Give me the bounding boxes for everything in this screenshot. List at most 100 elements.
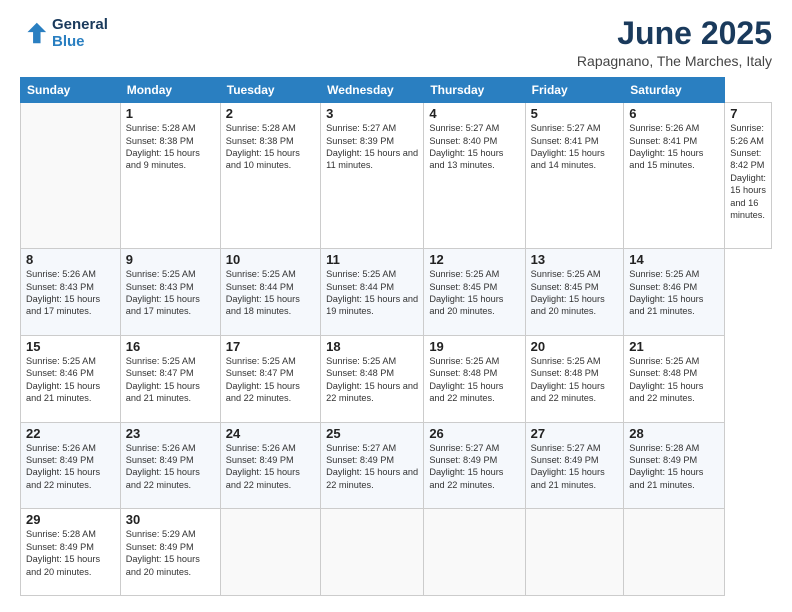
calendar-cell: 28 Sunrise: 5:28 AM Sunset: 8:49 PM Dayl… (624, 422, 725, 509)
calendar-cell: 20 Sunrise: 5:25 AM Sunset: 8:48 PM Dayl… (525, 335, 624, 422)
day-info: Sunrise: 5:27 AM Sunset: 8:39 PM Dayligh… (326, 122, 418, 172)
calendar-cell (321, 509, 424, 596)
day-number: 20 (531, 339, 619, 354)
calendar-cell: 11 Sunrise: 5:25 AM Sunset: 8:44 PM Dayl… (321, 249, 424, 336)
day-number: 28 (629, 426, 719, 441)
logo-text: General Blue (52, 16, 108, 50)
day-info: Sunrise: 5:26 AM Sunset: 8:41 PM Dayligh… (629, 122, 719, 172)
logo: General Blue (20, 16, 108, 50)
day-number: 30 (126, 512, 215, 527)
day-number: 23 (126, 426, 215, 441)
calendar-cell: 21 Sunrise: 5:25 AM Sunset: 8:48 PM Dayl… (624, 335, 725, 422)
day-info: Sunrise: 5:26 AM Sunset: 8:43 PM Dayligh… (26, 268, 115, 318)
day-number: 4 (429, 106, 519, 121)
calendar-week-3: 15 Sunrise: 5:25 AM Sunset: 8:46 PM Dayl… (21, 335, 772, 422)
calendar-cell: 1 Sunrise: 5:28 AM Sunset: 8:38 PM Dayli… (120, 103, 220, 249)
day-number: 26 (429, 426, 519, 441)
day-number: 9 (126, 252, 215, 267)
calendar-cell: 22 Sunrise: 5:26 AM Sunset: 8:49 PM Dayl… (21, 422, 121, 509)
day-number: 29 (26, 512, 115, 527)
calendar-cell: 30 Sunrise: 5:29 AM Sunset: 8:49 PM Dayl… (120, 509, 220, 596)
col-header-monday: Monday (120, 78, 220, 103)
day-number: 6 (629, 106, 719, 121)
col-header-saturday: Saturday (624, 78, 725, 103)
day-info: Sunrise: 5:29 AM Sunset: 8:49 PM Dayligh… (126, 528, 215, 578)
day-number: 11 (326, 252, 418, 267)
calendar-cell: 10 Sunrise: 5:25 AM Sunset: 8:44 PM Dayl… (220, 249, 320, 336)
day-number: 12 (429, 252, 519, 267)
col-header-wednesday: Wednesday (321, 78, 424, 103)
day-info: Sunrise: 5:25 AM Sunset: 8:43 PM Dayligh… (126, 268, 215, 318)
calendar-cell (21, 103, 121, 249)
day-number: 22 (26, 426, 115, 441)
day-number: 24 (226, 426, 315, 441)
main-title: June 2025 (577, 16, 772, 51)
calendar-cell: 2 Sunrise: 5:28 AM Sunset: 8:38 PM Dayli… (220, 103, 320, 249)
day-info: Sunrise: 5:27 AM Sunset: 8:41 PM Dayligh… (531, 122, 619, 172)
calendar-header-row: SundayMondayTuesdayWednesdayThursdayFrid… (21, 78, 772, 103)
day-number: 8 (26, 252, 115, 267)
day-number: 1 (126, 106, 215, 121)
day-number: 5 (531, 106, 619, 121)
day-info: Sunrise: 5:25 AM Sunset: 8:47 PM Dayligh… (126, 355, 215, 405)
day-info: Sunrise: 5:28 AM Sunset: 8:49 PM Dayligh… (629, 442, 719, 492)
calendar-cell: 17 Sunrise: 5:25 AM Sunset: 8:47 PM Dayl… (220, 335, 320, 422)
calendar-cell: 16 Sunrise: 5:25 AM Sunset: 8:47 PM Dayl… (120, 335, 220, 422)
day-number: 7 (730, 106, 766, 121)
day-info: Sunrise: 5:28 AM Sunset: 8:38 PM Dayligh… (126, 122, 215, 172)
calendar-cell: 6 Sunrise: 5:26 AM Sunset: 8:41 PM Dayli… (624, 103, 725, 249)
calendar-week-4: 22 Sunrise: 5:26 AM Sunset: 8:49 PM Dayl… (21, 422, 772, 509)
day-number: 25 (326, 426, 418, 441)
header: General Blue June 2025 Rapagnano, The Ma… (20, 16, 772, 69)
title-block: June 2025 Rapagnano, The Marches, Italy (577, 16, 772, 69)
calendar-cell: 7 Sunrise: 5:26 AM Sunset: 8:42 PM Dayli… (725, 103, 772, 249)
day-info: Sunrise: 5:28 AM Sunset: 8:49 PM Dayligh… (26, 528, 115, 578)
calendar-cell: 3 Sunrise: 5:27 AM Sunset: 8:39 PM Dayli… (321, 103, 424, 249)
calendar-cell: 12 Sunrise: 5:25 AM Sunset: 8:45 PM Dayl… (424, 249, 525, 336)
calendar-week-1: 1 Sunrise: 5:28 AM Sunset: 8:38 PM Dayli… (21, 103, 772, 249)
calendar-cell (220, 509, 320, 596)
calendar-cell (424, 509, 525, 596)
day-number: 10 (226, 252, 315, 267)
day-number: 14 (629, 252, 719, 267)
day-info: Sunrise: 5:26 AM Sunset: 8:49 PM Dayligh… (226, 442, 315, 492)
calendar-cell: 24 Sunrise: 5:26 AM Sunset: 8:49 PM Dayl… (220, 422, 320, 509)
logo-icon (20, 19, 48, 47)
day-info: Sunrise: 5:26 AM Sunset: 8:49 PM Dayligh… (26, 442, 115, 492)
col-header-thursday: Thursday (424, 78, 525, 103)
day-number: 2 (226, 106, 315, 121)
day-info: Sunrise: 5:26 AM Sunset: 8:49 PM Dayligh… (126, 442, 215, 492)
calendar-cell: 26 Sunrise: 5:27 AM Sunset: 8:49 PM Dayl… (424, 422, 525, 509)
calendar-cell: 27 Sunrise: 5:27 AM Sunset: 8:49 PM Dayl… (525, 422, 624, 509)
day-info: Sunrise: 5:25 AM Sunset: 8:48 PM Dayligh… (531, 355, 619, 405)
day-info: Sunrise: 5:25 AM Sunset: 8:48 PM Dayligh… (429, 355, 519, 405)
calendar-cell: 15 Sunrise: 5:25 AM Sunset: 8:46 PM Dayl… (21, 335, 121, 422)
calendar-cell: 29 Sunrise: 5:28 AM Sunset: 8:49 PM Dayl… (21, 509, 121, 596)
day-number: 15 (26, 339, 115, 354)
calendar-cell (624, 509, 725, 596)
day-number: 17 (226, 339, 315, 354)
day-info: Sunrise: 5:27 AM Sunset: 8:49 PM Dayligh… (429, 442, 519, 492)
subtitle: Rapagnano, The Marches, Italy (577, 53, 772, 69)
calendar-cell: 23 Sunrise: 5:26 AM Sunset: 8:49 PM Dayl… (120, 422, 220, 509)
day-number: 16 (126, 339, 215, 354)
day-info: Sunrise: 5:26 AM Sunset: 8:42 PM Dayligh… (730, 122, 766, 221)
calendar-week-2: 8 Sunrise: 5:26 AM Sunset: 8:43 PM Dayli… (21, 249, 772, 336)
calendar-cell: 25 Sunrise: 5:27 AM Sunset: 8:49 PM Dayl… (321, 422, 424, 509)
calendar-table: SundayMondayTuesdayWednesdayThursdayFrid… (20, 77, 772, 596)
day-info: Sunrise: 5:27 AM Sunset: 8:49 PM Dayligh… (326, 442, 418, 492)
calendar-cell: 9 Sunrise: 5:25 AM Sunset: 8:43 PM Dayli… (120, 249, 220, 336)
day-number: 13 (531, 252, 619, 267)
day-info: Sunrise: 5:25 AM Sunset: 8:46 PM Dayligh… (26, 355, 115, 405)
day-info: Sunrise: 5:25 AM Sunset: 8:47 PM Dayligh… (226, 355, 315, 405)
calendar-cell: 4 Sunrise: 5:27 AM Sunset: 8:40 PM Dayli… (424, 103, 525, 249)
day-info: Sunrise: 5:25 AM Sunset: 8:45 PM Dayligh… (429, 268, 519, 318)
day-info: Sunrise: 5:25 AM Sunset: 8:46 PM Dayligh… (629, 268, 719, 318)
col-header-friday: Friday (525, 78, 624, 103)
day-info: Sunrise: 5:25 AM Sunset: 8:48 PM Dayligh… (326, 355, 418, 405)
day-number: 19 (429, 339, 519, 354)
page: General Blue June 2025 Rapagnano, The Ma… (0, 0, 792, 612)
day-info: Sunrise: 5:25 AM Sunset: 8:44 PM Dayligh… (226, 268, 315, 318)
day-info: Sunrise: 5:25 AM Sunset: 8:44 PM Dayligh… (326, 268, 418, 318)
day-info: Sunrise: 5:27 AM Sunset: 8:40 PM Dayligh… (429, 122, 519, 172)
